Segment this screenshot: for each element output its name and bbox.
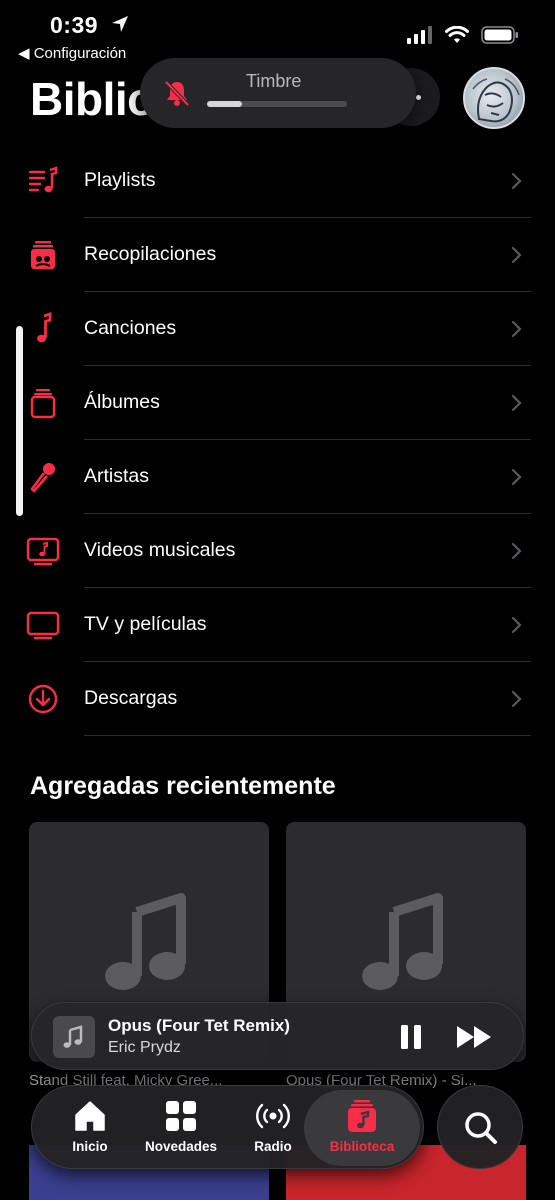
menu-item-label: Álbumes bbox=[84, 391, 160, 413]
divider bbox=[84, 735, 531, 736]
playlist-icon bbox=[28, 166, 58, 193]
tab-inicio[interactable]: Inicio bbox=[44, 1086, 136, 1170]
home-icon bbox=[75, 1101, 105, 1131]
menu-item-tv-peliculas[interactable]: TV y películas bbox=[0, 588, 555, 662]
now-playing-title: Opus (Four Tet Remix) bbox=[108, 1016, 290, 1035]
back-to-settings-link[interactable]: ◀ Configuración bbox=[18, 44, 126, 62]
tab-radio[interactable]: Radio bbox=[227, 1086, 319, 1170]
menu-item-label: Recopilaciones bbox=[84, 243, 217, 265]
download-icon bbox=[28, 684, 58, 714]
search-icon bbox=[465, 1112, 497, 1144]
now-playing-artist: Eric Prydz bbox=[108, 1039, 181, 1056]
menu-item-artistas[interactable]: Artistas bbox=[0, 440, 555, 514]
scroll-indicator[interactable] bbox=[16, 326, 23, 516]
menu-item-label: TV y películas bbox=[84, 613, 207, 635]
music-video-icon bbox=[26, 537, 60, 566]
chevron-right-icon bbox=[511, 468, 522, 486]
chevron-right-icon bbox=[511, 320, 522, 338]
ringer-level-fill bbox=[207, 101, 242, 107]
menu-item-label: Descargas bbox=[84, 687, 178, 709]
chevron-right-icon bbox=[511, 246, 522, 264]
status-time: 0:39 bbox=[50, 12, 99, 38]
music-note-placeholder-icon bbox=[105, 893, 186, 990]
menu-item-label: Artistas bbox=[84, 465, 150, 487]
bell-muted-icon bbox=[164, 80, 190, 107]
library-menu: Playlists Recopilaciones Canciones Álbum… bbox=[0, 144, 555, 736]
microphone-icon bbox=[30, 463, 55, 493]
menu-item-canciones[interactable]: Canciones bbox=[0, 292, 555, 366]
fast-forward-icon[interactable] bbox=[455, 1024, 495, 1050]
radio-icon bbox=[256, 1103, 290, 1129]
tab-biblioteca[interactable]: Biblioteca bbox=[316, 1086, 408, 1170]
ringer-level-track bbox=[207, 101, 347, 107]
ringer-volume-hud: Timbre bbox=[140, 58, 416, 128]
music-note-icon bbox=[63, 1025, 83, 1048]
mini-player[interactable]: Opus (Four Tet Remix) Eric Prydz bbox=[31, 1002, 524, 1070]
tab-label: Radio bbox=[254, 1139, 292, 1154]
tab-label: Biblioteca bbox=[329, 1139, 395, 1154]
menu-item-label: Playlists bbox=[84, 169, 156, 191]
now-playing-artwork bbox=[53, 1016, 95, 1058]
wifi-icon bbox=[445, 26, 469, 43]
avatar-image-icon bbox=[472, 78, 520, 123]
menu-item-recopilaciones[interactable]: Recopilaciones bbox=[0, 218, 555, 292]
search-button[interactable] bbox=[437, 1085, 523, 1169]
menu-item-playlists[interactable]: Playlists bbox=[0, 144, 555, 218]
tab-bar: Inicio Novedades Radio Biblioteca bbox=[31, 1085, 424, 1169]
menu-item-albumes[interactable]: Álbumes bbox=[0, 366, 555, 440]
menu-item-descargas[interactable]: Descargas bbox=[0, 662, 555, 736]
music-note-icon bbox=[37, 312, 52, 343]
album-icon bbox=[30, 389, 56, 419]
library-icon bbox=[348, 1100, 376, 1132]
menu-item-label: Canciones bbox=[84, 317, 177, 339]
pause-icon[interactable] bbox=[399, 1024, 423, 1050]
compilation-icon bbox=[31, 241, 55, 269]
tab-label: Inicio bbox=[72, 1139, 108, 1154]
status-icons bbox=[407, 26, 519, 44]
cellular-signal-icon bbox=[407, 26, 432, 44]
avatar[interactable] bbox=[463, 67, 525, 129]
location-arrow-icon bbox=[112, 16, 128, 32]
chevron-right-icon bbox=[511, 616, 522, 634]
tab-novedades[interactable]: Novedades bbox=[135, 1086, 227, 1170]
tv-icon bbox=[26, 611, 60, 640]
menu-item-videos-musicales[interactable]: Videos musicales bbox=[0, 514, 555, 588]
chevron-right-icon bbox=[511, 690, 522, 708]
chevron-right-icon bbox=[511, 172, 522, 190]
battery-icon bbox=[481, 26, 518, 44]
menu-item-label: Videos musicales bbox=[84, 539, 236, 561]
tab-label: Novedades bbox=[144, 1139, 218, 1154]
chevron-right-icon bbox=[511, 394, 522, 412]
section-title-recently-added: Agregadas recientemente bbox=[30, 772, 336, 800]
chevron-right-icon bbox=[511, 542, 522, 560]
ringer-label: Timbre bbox=[246, 71, 302, 91]
music-note-placeholder-icon bbox=[362, 893, 443, 990]
grid-icon bbox=[166, 1101, 196, 1131]
